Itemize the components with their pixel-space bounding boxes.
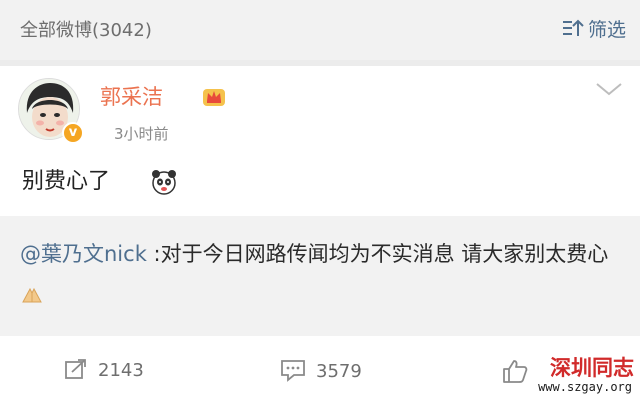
repost-card[interactable]: @葉乃文nick :对于今日网路传闻均为不实消息 请大家别太费心 xyxy=(0,216,640,336)
filter-label: 筛选 xyxy=(587,19,626,41)
repost-count: 2143 xyxy=(98,360,144,381)
panda-emoji-icon xyxy=(150,168,178,200)
filter-sort-icon xyxy=(562,18,584,42)
feed-header: 全部微博(3042) 筛选 xyxy=(0,0,640,60)
filter-button[interactable]: 筛选 xyxy=(562,18,626,42)
repost-button[interactable]: 2143 xyxy=(64,358,144,384)
like-button[interactable] xyxy=(502,358,528,388)
section-divider xyxy=(0,60,640,66)
mention-link[interactable]: @葉乃文nick xyxy=(20,242,147,266)
comment-icon xyxy=(280,358,306,386)
watermark: 深圳同志 www.szgay.org xyxy=(526,352,634,396)
post-timestamp[interactable]: 3小时前 xyxy=(114,124,169,144)
feed-count-title: 全部微博(3042) xyxy=(20,20,152,41)
vip-crown-icon[interactable] xyxy=(202,84,226,112)
repost-content: @葉乃文nick :对于今日网路传闻均为不实消息 请大家别太费心 xyxy=(20,234,630,314)
repost-icon xyxy=(64,358,88,384)
repost-text: :对于今日网路传闻均为不实消息 请大家别太费心 xyxy=(146,242,609,266)
comment-count: 3579 xyxy=(316,361,362,382)
verified-v-icon: v xyxy=(62,122,84,144)
chevron-down-icon[interactable] xyxy=(594,80,624,102)
watermark-title: 深圳同志 xyxy=(550,355,634,380)
username[interactable]: 郭采洁 xyxy=(100,84,163,110)
thumbs-up-icon xyxy=(502,358,528,388)
praying-hands-emoji-icon xyxy=(20,282,44,306)
comment-button[interactable]: 3579 xyxy=(280,358,362,386)
post-text: 别费心了 xyxy=(22,169,111,194)
watermark-url: www.szgay.org xyxy=(538,380,632,394)
